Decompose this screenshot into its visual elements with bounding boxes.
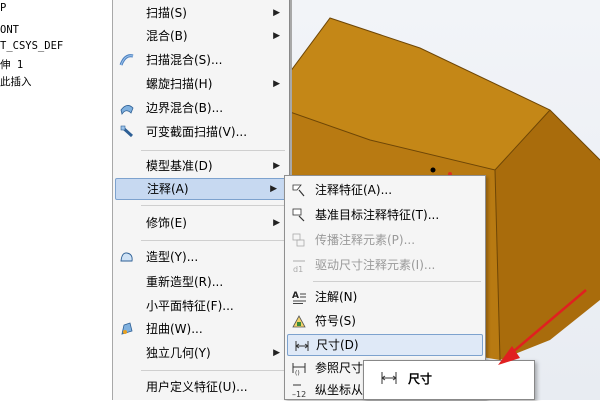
submenu-arrow-icon: ▶ (273, 79, 280, 89)
menu-item-user-defined-feature[interactable]: 用户定义特征(U)... (113, 376, 290, 398)
menu-item-restyle[interactable]: 重新造型(R)... (113, 271, 290, 293)
tree-item[interactable]: P (0, 2, 6, 14)
submenu-arrow-icon: ▶ (270, 184, 277, 194)
datum-target-icon (292, 208, 305, 222)
submenu-item-symbol[interactable]: 符号(S) (285, 310, 485, 332)
driving-dimension-icon: d1 (293, 260, 305, 273)
menu-item-annotation[interactable]: 注释(A) ▶ (115, 178, 288, 200)
svg-text:A: A (292, 291, 299, 301)
symbol-icon (292, 315, 306, 328)
submenu-arrow-icon: ▶ (273, 8, 280, 18)
feature-context-menu: 扫描(S) ▶ 混合(B) ▶ 扫描混合(S)... 螺旋扫描(H) ▶ 边界混合(B… (113, 0, 290, 400)
ordinate-icon: –12 (292, 384, 306, 398)
menu-item-model-datum[interactable]: 模型基准(D) ▶ (113, 155, 290, 177)
tree-item[interactable]: T_CSYS_DEF (0, 40, 63, 52)
svg-text:(): () (295, 370, 300, 376)
menu-item-blend[interactable]: 混合(B) ▶ (113, 25, 290, 47)
svg-text:–12: –12 (292, 390, 306, 398)
menu-item-helical-sweep[interactable]: 螺旋扫描(H) ▶ (113, 73, 290, 95)
tree-item[interactable]: 此插入 (0, 74, 32, 89)
model-tree: P ONT T_CSYS_DEF 伸 1 此插入 (0, 0, 112, 400)
submenu-item-annotation-feature[interactable]: 注释特征(A)... (285, 179, 485, 201)
menu-item-style[interactable]: 造型(Y)... (113, 246, 290, 268)
datum-point-icon (430, 167, 436, 173)
boundary-blend-icon (120, 105, 134, 115)
menu-item-variable-section-sweep[interactable]: 可变截面扫描(V)... (113, 121, 290, 143)
sweep-blend-icon (119, 54, 134, 66)
menu-item-cosmetic[interactable]: 修饰(E) ▶ (113, 212, 290, 234)
tree-item[interactable]: 伸 1 (0, 57, 23, 72)
tooltip-label: 尺寸 (408, 372, 433, 386)
menu-item-sweep-blend[interactable]: 扫描混合(S)... (113, 49, 290, 71)
menu-item-independent-geometry[interactable]: 独立几何(Y) ▶ (113, 342, 290, 364)
submenu-item-note[interactable]: A 注解(N) (285, 286, 485, 308)
menu-item-warp[interactable]: 扭曲(W)... (113, 318, 290, 340)
warp-icon (121, 322, 133, 335)
submenu-arrow-icon: ▶ (273, 218, 280, 228)
submenu-item-datum-target[interactable]: 基准目标注释特征(T)... (285, 204, 485, 226)
variable-section-sweep-icon (120, 125, 134, 138)
dimension-icon (295, 341, 309, 351)
style-icon (120, 252, 133, 262)
svg-text:d1: d1 (293, 265, 303, 273)
dimension-icon (381, 372, 397, 384)
submenu-arrow-icon: ▶ (273, 348, 280, 358)
propagate-icon (292, 233, 305, 247)
menu-item-sweep[interactable]: 扫描(S) ▶ (113, 2, 290, 24)
submenu-item-driving-dimension: d1 驱动尺寸注释元素(I)... (293, 258, 436, 273)
submenu-item-dimension[interactable]: 尺寸(D) (287, 334, 483, 356)
tree-item[interactable]: ONT (0, 24, 19, 36)
note-icon: A (292, 291, 306, 304)
submenu-arrow-icon: ▶ (273, 31, 280, 41)
annotation-feature-icon (292, 184, 305, 197)
submenu-arrow-icon: ▶ (273, 161, 280, 171)
submenu-item-propagate: 传播注释元素(P)... (285, 229, 485, 251)
dimension-tooltip: 尺寸 (363, 360, 535, 400)
menu-item-boundary-blend[interactable]: 边界混合(B)... (113, 97, 290, 119)
reference-dimension-icon: () (292, 363, 306, 376)
menu-item-facet-feature[interactable]: 小平面特征(F)... (113, 295, 290, 317)
